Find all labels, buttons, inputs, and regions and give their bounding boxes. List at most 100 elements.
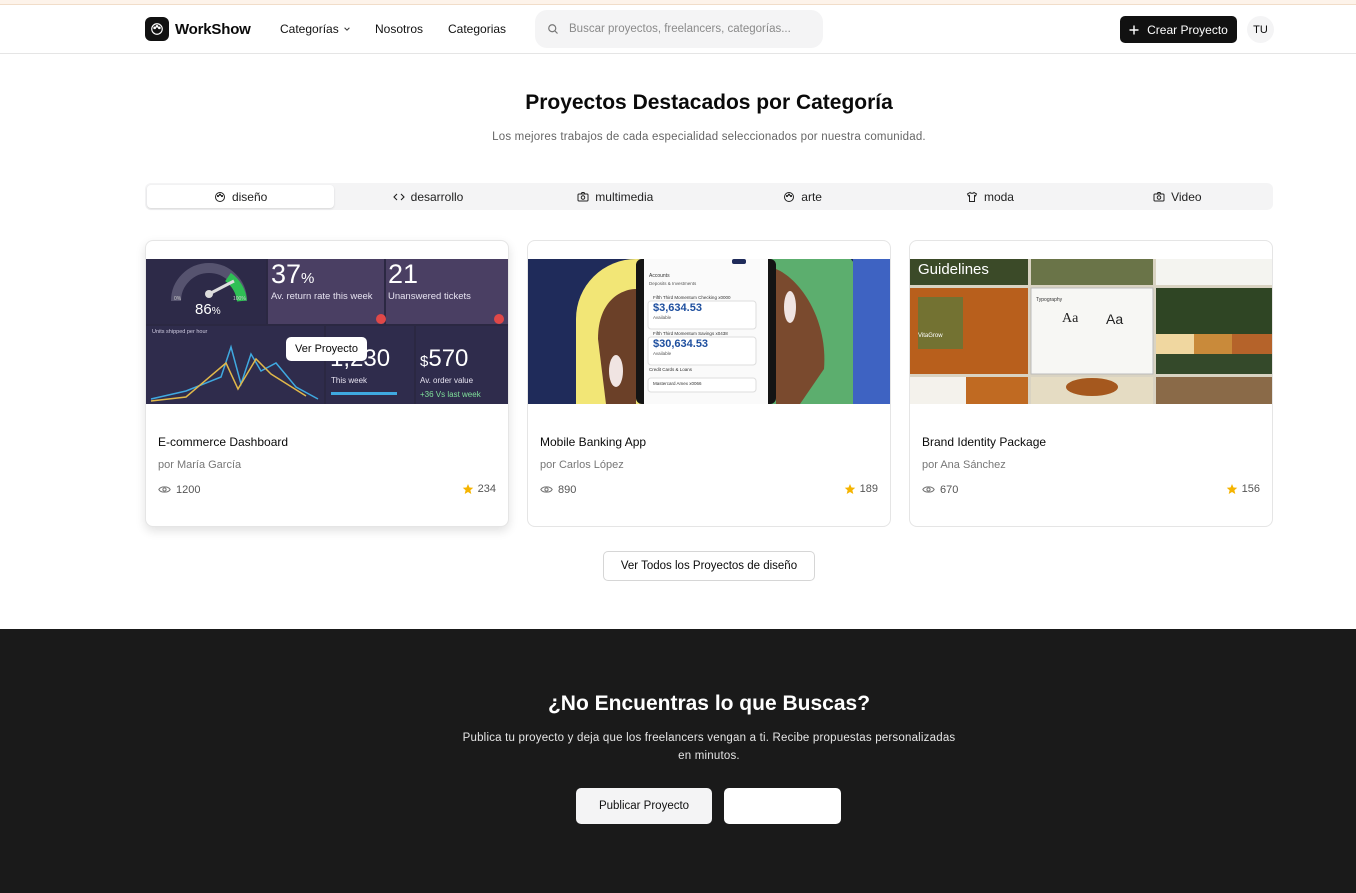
tab-multimedia[interactable]: multimedia: [522, 185, 709, 208]
palette-icon: [214, 191, 225, 202]
chevron-down-icon: [343, 27, 350, 31]
create-project-button[interactable]: Crear Proyecto: [1120, 16, 1237, 43]
gauge-value: 86%: [195, 301, 221, 318]
tab-arte[interactable]: arte: [709, 185, 896, 208]
balance-label: Available: [653, 351, 672, 356]
nav-categorias-dropdown[interactable]: Categorías: [280, 22, 351, 36]
nav-nosotros[interactable]: Nosotros: [375, 22, 423, 36]
type-sample: Aa: [1106, 311, 1124, 327]
card-title[interactable]: Mobile Banking App: [540, 435, 646, 449]
stars-count: 156: [1241, 483, 1260, 495]
tab-video[interactable]: Video: [1084, 185, 1271, 208]
camera-icon: [1153, 191, 1165, 201]
section-title: Proyectos Destacados por Categoría: [525, 91, 893, 114]
stars-count: 189: [859, 483, 878, 495]
card-account: Mastercard Amex x0066: [653, 381, 702, 386]
eye-icon: [158, 486, 171, 493]
nav-categorias-dropdown-label: Categorías: [280, 22, 339, 36]
project-card[interactable]: Guidelines VitaGrow Typography Aa Aa Bra…: [909, 240, 1273, 527]
section-subtitle: Los mejores trabajos de cada especialida…: [492, 131, 926, 143]
cta-text: Publica tu proyecto y deja que los freel…: [462, 732, 956, 762]
tab-label: diseño: [231, 189, 268, 204]
user-avatar[interactable]: TU: [1247, 16, 1274, 43]
camera-icon: [577, 191, 589, 201]
tab-label: Video: [1171, 189, 1202, 204]
card-rating: 189: [844, 483, 878, 495]
palette-icon: [784, 191, 795, 202]
tab-label: moda: [983, 189, 1014, 204]
card-views: 1200: [158, 483, 200, 496]
brand-mark: VitaGrow: [918, 333, 943, 339]
search-input[interactable]: [569, 23, 809, 35]
eye-icon: [540, 486, 553, 493]
card-views: 890: [540, 483, 576, 496]
tab-moda[interactable]: moda: [896, 185, 1083, 208]
explore-more-button[interactable]: Explorar Más: [724, 788, 841, 824]
project-thumbnail: Accounts Deposits & Investments Fifth Th…: [528, 259, 890, 404]
tickets-label: Unanswered tickets: [388, 291, 471, 302]
star-icon: [1226, 484, 1237, 494]
account-name: Fifth Third Momentum Savings x0438: [653, 331, 728, 336]
project-card[interactable]: Accounts Deposits & Investments Fifth Th…: [527, 240, 891, 527]
tab-diseno[interactable]: diseño: [147, 185, 335, 208]
palette-icon: [145, 17, 169, 41]
account-name: Fifth Third Momentum Checking x0000: [653, 295, 731, 300]
nav-categorias[interactable]: Categorias: [448, 22, 506, 36]
view-all-projects-button[interactable]: Ver Todos los Proyectos de diseño: [603, 551, 815, 581]
shirt-icon: [966, 191, 978, 202]
order-value: $570: [420, 345, 469, 372]
brand-name: WorkShow: [175, 20, 251, 38]
order-delta: +36 Vs last week: [420, 390, 481, 399]
balance-label: Available: [653, 315, 672, 320]
gauge-min: 0%: [174, 296, 182, 302]
create-project-label: Crear Proyecto: [1147, 22, 1228, 37]
gauge-max: 100%: [233, 296, 246, 302]
card-author: por Carlos López: [540, 459, 624, 471]
card-author: por Ana Sánchez: [922, 459, 1006, 471]
cards-heading: Credit Cards & Loans: [649, 367, 693, 372]
cta-title: ¿No Encuentras lo que Buscas?: [547, 692, 871, 715]
stars-count: 234: [477, 483, 496, 495]
project-thumbnail: Guidelines VitaGrow Typography Aa Aa: [910, 259, 1272, 404]
tab-label: multimedia: [595, 189, 654, 204]
plus-icon: [1129, 25, 1139, 34]
card-title[interactable]: E-commerce Dashboard: [158, 435, 288, 449]
card-author: por María García: [158, 459, 242, 471]
guidelines-heading: Guidelines: [918, 261, 989, 278]
order-label: Av. order value: [420, 376, 474, 385]
views-count: 670: [940, 483, 959, 496]
star-icon: [462, 484, 473, 494]
account-balance: $3,634.53: [653, 302, 702, 314]
star-icon: [844, 484, 855, 494]
views-count: 890: [558, 483, 577, 496]
search-icon: [548, 24, 558, 34]
typography-label: Typography: [1036, 297, 1063, 303]
tab-desarrollo[interactable]: desarrollo: [334, 185, 521, 208]
accounts-subheading: Deposits & Investments: [649, 281, 697, 286]
code-icon: [392, 193, 405, 200]
tab-label: desarrollo: [410, 189, 464, 204]
card-rating: 234: [462, 483, 496, 495]
category-tabs: diseño desarrollo multimedia arte moda V…: [145, 183, 1273, 210]
project-thumbnail: 86% 0% 100% 37% Av. return rate this wee…: [146, 259, 508, 404]
tickets-value: 21: [388, 259, 419, 289]
card-views: 670: [922, 483, 958, 496]
search-bar: [535, 10, 823, 48]
type-sample: Aa: [1062, 311, 1079, 326]
view-project-button[interactable]: Ver Proyecto: [286, 337, 367, 361]
brand-logo[interactable]: WorkShow: [145, 17, 251, 41]
accounts-heading: Accounts: [649, 273, 670, 279]
tab-label: arte: [801, 189, 822, 204]
project-card[interactable]: 86% 0% 100% 37% Av. return rate this wee…: [145, 240, 509, 527]
views-count: 1200: [176, 483, 201, 496]
return-rate-value: 37%: [271, 259, 315, 289]
return-rate-label: Av. return rate this week: [271, 291, 373, 302]
chart-label: Units shipped per hour: [152, 329, 208, 335]
publish-project-button[interactable]: Publicar Proyecto: [576, 788, 712, 824]
account-balance: $30,634.53: [653, 338, 709, 350]
site-header: WorkShow Categorías Nosotros Categorias …: [0, 5, 1356, 54]
week-label: This week: [331, 376, 368, 385]
card-title[interactable]: Brand Identity Package: [922, 435, 1046, 449]
cta-section: ¿No Encuentras lo que Buscas? Publica tu…: [0, 629, 1356, 893]
card-rating: 156: [1226, 483, 1260, 495]
